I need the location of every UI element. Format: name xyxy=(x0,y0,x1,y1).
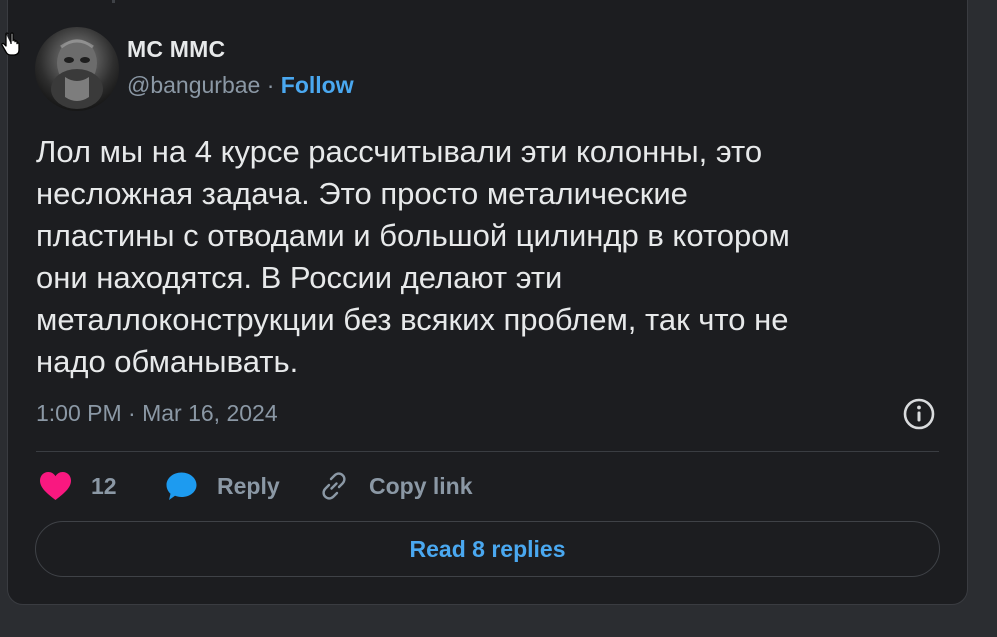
avatar-portrait xyxy=(51,39,103,109)
reply-button[interactable]: Reply xyxy=(165,468,280,504)
read-replies-button[interactable]: Read 8 replies xyxy=(35,521,940,577)
like-button[interactable]: 12 xyxy=(39,468,117,504)
link-icon xyxy=(322,472,346,500)
handle-separator: · xyxy=(260,72,281,98)
copy-link-button[interactable]: Copy link xyxy=(318,468,473,504)
handle-row: @bangurbae · Follow xyxy=(127,72,354,99)
follow-button[interactable]: Follow xyxy=(281,72,354,98)
tweet-timestamp[interactable]: 1:00 PM · Mar 16, 2024 xyxy=(36,400,278,427)
user-handle[interactable]: @bangurbae xyxy=(127,72,260,98)
tweet-text: Лол мы на 4 курсе рассчитывали эти колон… xyxy=(36,134,790,379)
speech-bubble-icon xyxy=(166,472,197,500)
like-count: 12 xyxy=(91,472,117,499)
hand-pointer-icon xyxy=(1,32,20,56)
info-icon[interactable] xyxy=(902,397,936,431)
display-name[interactable]: МС ММС xyxy=(127,36,225,63)
heart-icon xyxy=(40,472,71,500)
copy-link-label: Copy link xyxy=(369,472,473,499)
avatar[interactable] xyxy=(35,27,119,111)
thread-connector-line xyxy=(112,0,115,3)
actions-divider xyxy=(36,451,939,452)
reply-label: Reply xyxy=(217,472,280,499)
